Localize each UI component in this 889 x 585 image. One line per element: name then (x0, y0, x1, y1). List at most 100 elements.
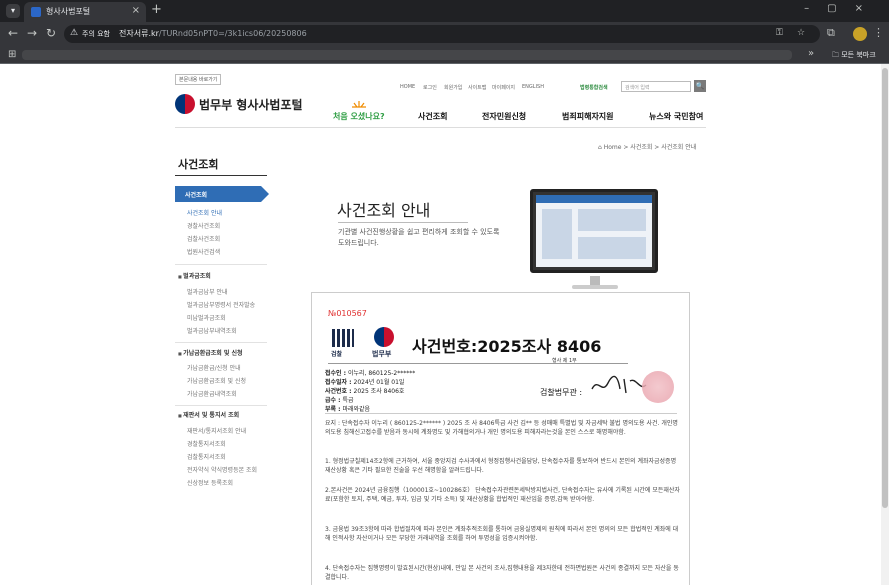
prosecution-logo-text: 검찰 (331, 351, 343, 358)
doc-field-label: 접수일자 : (325, 379, 352, 386)
bookmark-star-icon[interactable]: ☆ (797, 28, 805, 38)
search-input[interactable]: 검색어 입력 (621, 81, 691, 92)
tab-search-icon[interactable]: ▾ (6, 4, 20, 18)
doc-paragraph-3: 3. 금융법 39조3항에 따라 합법절차에 따라 본인은 계좌추적조회를 통하… (325, 526, 679, 542)
screen-header-bar (536, 195, 652, 203)
window-controls[interactable]: –▢× (804, 3, 881, 14)
sidebar-sub-prosecution-case[interactable]: 검찰사건조회 (187, 234, 220, 243)
sidebar-sub-police-notice[interactable]: 경찰통지서조회 (187, 439, 226, 448)
sidebar-group-refund[interactable]: 가납금환급조회 및 신청 (178, 348, 242, 357)
scrollbar-thumb[interactable] (882, 68, 888, 508)
profile-avatar[interactable] (853, 27, 867, 41)
back-icon[interactable]: ← (8, 26, 18, 40)
apps-grid-icon[interactable]: ⊞ (8, 49, 16, 60)
prosecution-logo-icon (332, 329, 354, 347)
sidebar-sub-police-case[interactable]: 경찰사건조회 (187, 221, 220, 230)
url-text[interactable]: 전자서류.kr/TURnd05nPT0=/3k1ics06/20250806 (119, 28, 307, 39)
sidebar-sub-refund-history[interactable]: 가납금환급내역조회 (187, 389, 237, 398)
sidebar-sub-prosecution-notice[interactable]: 검찰통지서조회 (187, 452, 226, 461)
util-link-sitemap[interactable]: 사이트맵 (468, 84, 486, 91)
sidebar-sub-case-guide[interactable]: 사건조회 안내 (187, 208, 222, 217)
sidebar-group-fines[interactable]: 벌과금조회 (178, 271, 211, 280)
doc-field-label: 부록 : (325, 406, 341, 413)
sidebar-item-case-inquiry[interactable]: 사건조회 (175, 186, 269, 202)
close-tab-icon[interactable]: × (132, 5, 140, 16)
browser-toolbar: ← → ↻ ⚠ 주의 요함 전자서류.kr/TURnd05nPT0=/3k1ic… (0, 22, 889, 46)
forward-icon[interactable]: → (27, 26, 37, 40)
reload-icon[interactable]: ↻ (46, 26, 56, 40)
sidebar-sub-refund-guide[interactable]: 가납금환급/신청 안내 (187, 363, 241, 372)
sidebar-sub-unpaid-fine[interactable]: 미납벌과금조회 (187, 313, 226, 322)
sidebar-title: 사건조회 (178, 158, 219, 171)
skip-to-content-link[interactable]: 본문내용 바로가기 (175, 74, 222, 85)
page-title-underline (338, 222, 468, 223)
document-divider (328, 363, 628, 364)
sidebar-sub-registry[interactable]: 신상정보 등록조회 (187, 478, 233, 487)
tab-title: 형사사법포털 (46, 7, 91, 16)
bookmarks-overflow-icon[interactable]: » (808, 48, 814, 59)
screen-block (542, 209, 572, 259)
gnb-case-inquiry[interactable]: 사건조회 (418, 111, 447, 122)
util-link-english[interactable]: ENGLISH (522, 84, 544, 90)
monitor-stand-base (572, 285, 618, 289)
doc-field-label: 사건번호 : (325, 388, 352, 395)
gnb-e-petition[interactable]: 전자민원신청 (482, 111, 526, 122)
ministry-emblem-icon (374, 327, 394, 347)
signature-icon (591, 375, 647, 394)
official-seal-icon (642, 371, 674, 403)
doc-field-appendix: 부록 : 마래와같음 (325, 404, 370, 413)
breadcrumb-parent[interactable]: 사건조회 (630, 144, 652, 151)
browser-tab-bar: ▾ 형사사법포털 × + –▢× (0, 0, 889, 22)
sidebar-sub-summary-order[interactable]: 전자약식 약식명령등본 조회 (187, 465, 257, 474)
sidebar-sub-fine-guide[interactable]: 벌과금납부 안내 (187, 287, 228, 296)
doc-field-applicant: 접수인 : 이누리, 860125-2****** (325, 368, 415, 377)
ministry-logo-text: 법무부 (372, 350, 392, 358)
browser-tab[interactable]: 형사사법포털 × (24, 2, 146, 22)
new-tab-icon[interactable]: + (151, 2, 162, 17)
util-link-login[interactable]: 로그인 (423, 84, 437, 91)
breadcrumb-home[interactable]: Home (604, 144, 622, 151)
sparkle-icon (352, 101, 366, 108)
sidebar-title-underline (175, 175, 267, 176)
stamp-caption: 형사 제 1부 (552, 358, 577, 364)
law-search-link[interactable]: 법령통합검색 (580, 84, 608, 91)
home-icon[interactable]: ⌂ (598, 144, 602, 151)
sidebar-sub-ruling-guide[interactable]: 재판서/통지서조회 안내 (187, 426, 246, 435)
sidebar-sub-refund-apply[interactable]: 가납금환급조회 및 신청 (187, 376, 246, 385)
doc-field-case: 사건번호 : 2025 조사 8406호 (325, 386, 404, 395)
warning-icon[interactable]: ⚠ (70, 28, 78, 38)
util-link-signup[interactable]: 회원가입 (444, 84, 462, 91)
breadcrumb-current: 사건조회 안내 (661, 144, 697, 151)
menu-dots-icon[interactable]: ⋮ (873, 26, 884, 39)
all-bookmarks-label: 모든 북마크 (841, 51, 876, 59)
doc-field-label: 급수 : (325, 397, 341, 404)
first-visit-link[interactable]: 처음 오셨나요? (333, 111, 385, 122)
doc-field-value: 2024년 01월 01일 (353, 379, 405, 386)
sidebar-sub-fine-e-notice[interactable]: 벌과금납부명령서 전자발송 (187, 300, 255, 309)
doc-field-date: 접수일자 : 2024년 01월 01일 (325, 377, 404, 386)
sidebar-sub-court-case[interactable]: 법원사건검색 (187, 247, 220, 256)
url-domain: 전자서류.kr (119, 29, 159, 38)
breadcrumb: ⌂ Home > 사건조회 > 사건조회 안내 (598, 144, 697, 151)
monitor-illustration (530, 189, 658, 273)
doc-field-value: 특급 (342, 397, 354, 404)
sidebar-separator (175, 342, 267, 343)
gnb-news[interactable]: 뉴스와 국민참여 (649, 111, 703, 122)
util-link-home[interactable]: HOME (400, 84, 415, 90)
site-favicon-icon (31, 7, 41, 17)
document-divider (325, 413, 677, 414)
taegeuk-emblem-icon (175, 94, 195, 114)
security-label[interactable]: 주의 요함 (82, 29, 110, 39)
extensions-icon[interactable]: ⧉ (827, 26, 835, 40)
page-scrollbar[interactable] (881, 64, 889, 585)
key-icon[interactable]: ⚿ (776, 28, 783, 38)
util-link-mypage[interactable]: 마이페이지 (492, 84, 515, 91)
search-button[interactable]: 🔍 (694, 80, 706, 92)
doc-paragraph-1: 1. 형정법규칠제14조2항에 근거하여, 서울 중앙지검 수사과에서 형정집행… (325, 458, 677, 474)
gnb-victim-support[interactable]: 범죄피해자지원 (562, 111, 614, 122)
sidebar-sub-fine-history[interactable]: 벌과금납부내역조회 (187, 326, 237, 335)
address-bar[interactable]: ⚠ 주의 요함 전자서류.kr/TURnd05nPT0=/3k1ics06/20… (64, 25, 820, 43)
sidebar-group-rulings[interactable]: 재판서 및 통지서 조회 (178, 410, 239, 419)
case-number: 사건번호:2025조사 8406 (412, 337, 602, 356)
all-bookmarks-folder[interactable]: 🗀 모든 북마크 (832, 50, 876, 62)
